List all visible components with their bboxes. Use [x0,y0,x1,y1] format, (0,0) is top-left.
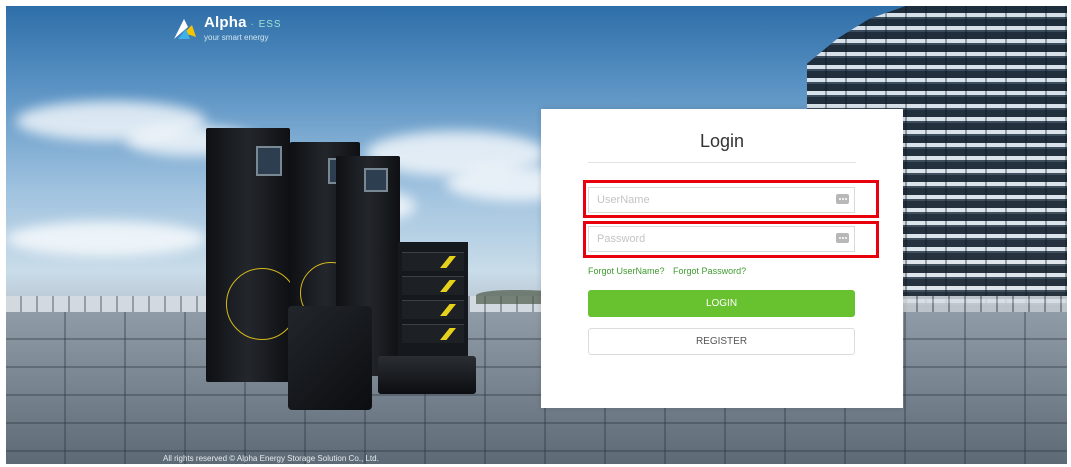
copyright-footer: All rights reserved © Alpha Energy Stora… [163,454,379,463]
battery-module [402,300,464,319]
forgot-username-link[interactable]: Forgot UserName? [588,266,665,276]
cloud [6,221,206,256]
battery-module [402,252,464,271]
brand-name: Alpha · ESS [204,14,282,31]
forgot-password-link[interactable]: Forgot Password? [673,266,746,276]
login-title: Login [699,131,745,151]
brand-logo: Alpha · ESS your smart energy [172,15,282,43]
forgot-links: Forgot UserName? Forgot Password? [588,266,752,276]
username-highlight-box [583,180,879,218]
register-button[interactable]: REGISTER [588,328,855,355]
hero-background [6,6,1067,464]
cabinet-screen [364,168,388,192]
wall-battery [288,306,372,410]
tiled-floor [6,312,1067,464]
alpha-logo-icon [174,19,196,39]
flat-battery [378,356,476,394]
cabinet-screen [256,146,282,176]
battery-module [402,324,464,343]
energy-cabinet-large [206,128,298,382]
login-button[interactable]: LOGIN [588,290,855,317]
brand-tagline: your smart energy [204,33,269,42]
password-highlight-box [583,221,879,258]
title-divider [588,162,856,163]
login-card: Login Forgot UserName? Forgot Password? … [541,109,903,408]
battery-stack [398,242,468,362]
battery-module [402,276,464,295]
